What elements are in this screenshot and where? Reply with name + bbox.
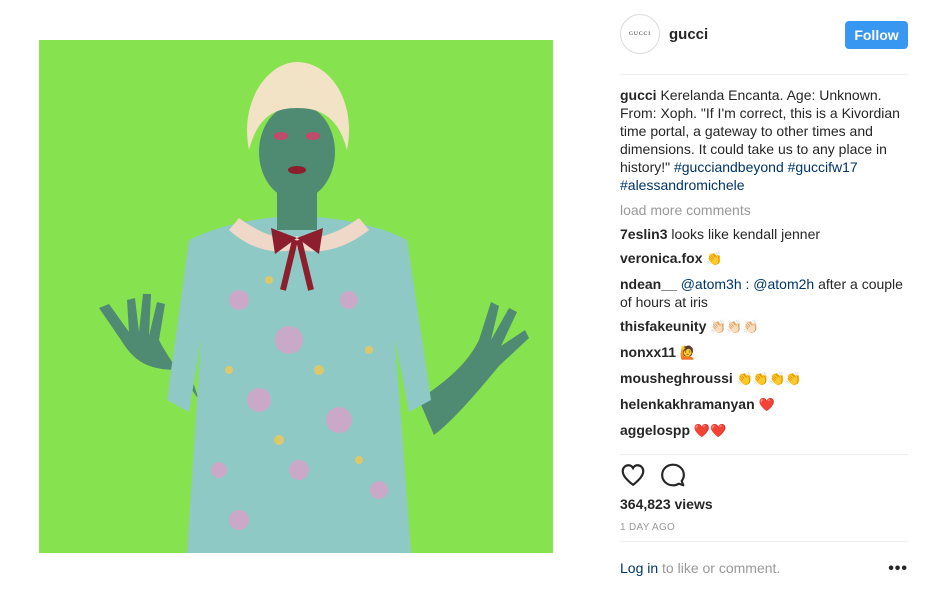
comment-text: 👏 xyxy=(706,252,723,267)
comment-username[interactable]: nonxx11 xyxy=(620,344,676,360)
view-count[interactable]: 364,823 views xyxy=(620,496,713,512)
comment-username[interactable]: thisfakeunity xyxy=(620,318,706,334)
hashtag-guccifw17[interactable]: #guccifw17 xyxy=(788,159,858,175)
comment-item: thisfakeunity 👏🏻👏🏻👏🏻 xyxy=(620,317,908,337)
comment-text: ❤️ xyxy=(758,398,775,413)
caption-username[interactable]: gucci xyxy=(620,87,657,103)
post-timestamp[interactable]: 1 DAY AGO xyxy=(620,522,675,533)
comment-item: nonxx11 🙋 xyxy=(620,343,908,363)
footer-divider xyxy=(620,541,908,542)
post-header: GUCCI gucci Follow xyxy=(620,14,908,58)
post-author-username[interactable]: gucci xyxy=(669,26,708,43)
load-more-comments-link[interactable]: load more comments xyxy=(620,201,908,219)
caption: gucci Kerelanda Encanta. Age: Unknown. F… xyxy=(620,86,908,194)
comment-text: 👏🏻👏🏻👏🏻 xyxy=(710,320,759,335)
comment-separator: : xyxy=(741,276,754,292)
comment-username[interactable]: veronica.fox xyxy=(620,250,702,266)
heart-icon[interactable] xyxy=(620,462,646,488)
login-prompt: Log in to like or comment. ••• xyxy=(620,560,908,580)
comment-username[interactable]: mousheghroussi xyxy=(620,370,733,386)
post-media[interactable] xyxy=(39,40,553,553)
avatar[interactable]: GUCCI xyxy=(620,14,660,54)
comment-text: ❤️❤️ xyxy=(693,424,727,439)
comment-mention[interactable]: @atom3h xyxy=(681,276,742,292)
hashtag-gucciandbeyond[interactable]: #gucciandbeyond xyxy=(674,159,784,175)
avatar-text: GUCCI xyxy=(628,31,652,37)
comment-item: helenkakhramanyan ❤️ xyxy=(620,395,908,415)
comment-item: mousheghroussi 👏👏👏👏 xyxy=(620,369,908,389)
comment-username[interactable]: helenkakhramanyan xyxy=(620,396,755,412)
green-screen-figure-photo xyxy=(39,40,553,553)
login-prompt-text: to like or comment. xyxy=(658,560,781,576)
comment-username[interactable]: 7eslin3 xyxy=(620,226,667,242)
login-link[interactable]: Log in xyxy=(620,560,658,576)
comments-list: gucci Kerelanda Encanta. Age: Unknown. F… xyxy=(620,86,908,441)
comment-text: 👏👏👏👏 xyxy=(736,372,802,387)
comment-icon[interactable] xyxy=(660,462,686,488)
actions-divider xyxy=(620,454,908,455)
comment-username[interactable]: aggelospp xyxy=(620,422,690,438)
post-actions xyxy=(620,462,908,490)
comment-text: looks like kendall jenner xyxy=(671,226,821,242)
comment-username[interactable]: ndean__ xyxy=(620,276,677,292)
comment-item: 7eslin3 looks like kendall jenner xyxy=(620,225,908,243)
comment-item: ndean__ @atom3h : @atom2h after a couple… xyxy=(620,275,908,311)
comment-item: veronica.fox 👏 xyxy=(620,249,908,269)
comment-mention[interactable]: @atom2h xyxy=(753,276,814,292)
comment-item: aggelospp ❤️❤️ xyxy=(620,421,908,441)
post-sidebar: GUCCI gucci Follow gucci Kerelanda Encan… xyxy=(620,0,908,593)
header-divider xyxy=(620,74,908,75)
more-options-icon[interactable]: ••• xyxy=(888,560,908,578)
follow-button[interactable]: Follow xyxy=(845,21,908,49)
hashtag-alessandromichele[interactable]: #alessandromichele xyxy=(620,177,745,193)
comment-text: 🙋 xyxy=(679,346,697,361)
